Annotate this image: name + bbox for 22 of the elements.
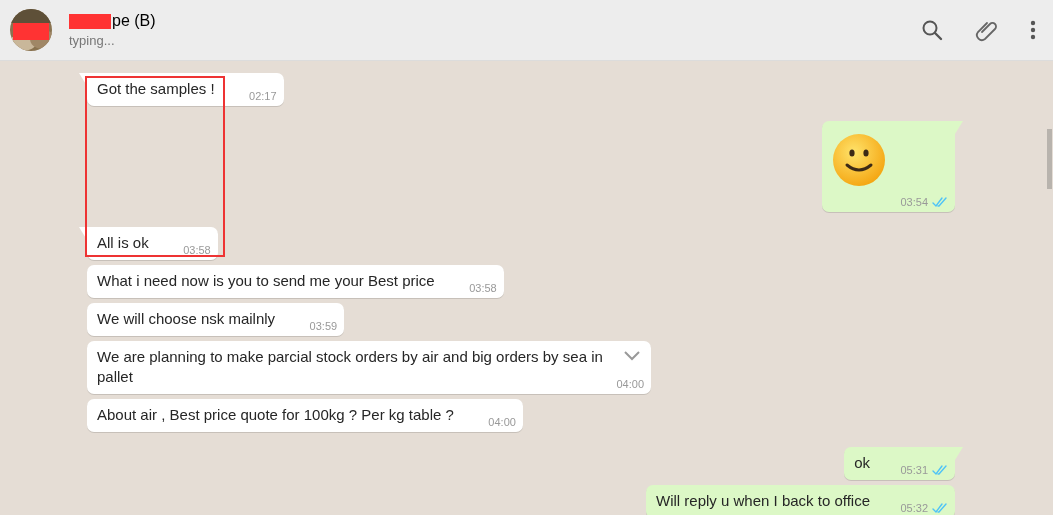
message-text: All is ok	[97, 233, 149, 251]
message-time: 05:31	[900, 463, 928, 478]
message-time: 04:00	[488, 415, 516, 430]
smiley-emoji-icon	[832, 133, 886, 187]
message-text: Will reply u when I back to office	[656, 491, 870, 509]
typing-status: typing...	[69, 33, 116, 48]
message-time: 04:00	[616, 377, 644, 392]
scrollbar-thumb[interactable]	[1047, 129, 1052, 189]
message-time: 03:54	[900, 195, 928, 210]
contact-name: pe (B)	[112, 12, 156, 30]
message-time: 03:58	[183, 243, 211, 258]
caret-icon[interactable]	[623, 350, 641, 362]
message-text: ok	[854, 453, 870, 471]
message-text: Got the samples !	[97, 79, 215, 97]
message-time: 03:59	[309, 319, 338, 334]
message-text: What i need now is you to send me your Best price	[97, 271, 435, 289]
message-text: We are planning to make parcial stock orders by air and big orders by sea in pallet	[97, 347, 603, 385]
message-time: 03:58	[469, 281, 497, 296]
message-text: We will choose nsk mailnly	[97, 309, 276, 327]
message-time: 05:32	[900, 501, 928, 515]
message-text: About air , Best price quote for 100kg ? Per kg table ?	[97, 405, 454, 423]
message-time: 02:17	[249, 89, 277, 104]
